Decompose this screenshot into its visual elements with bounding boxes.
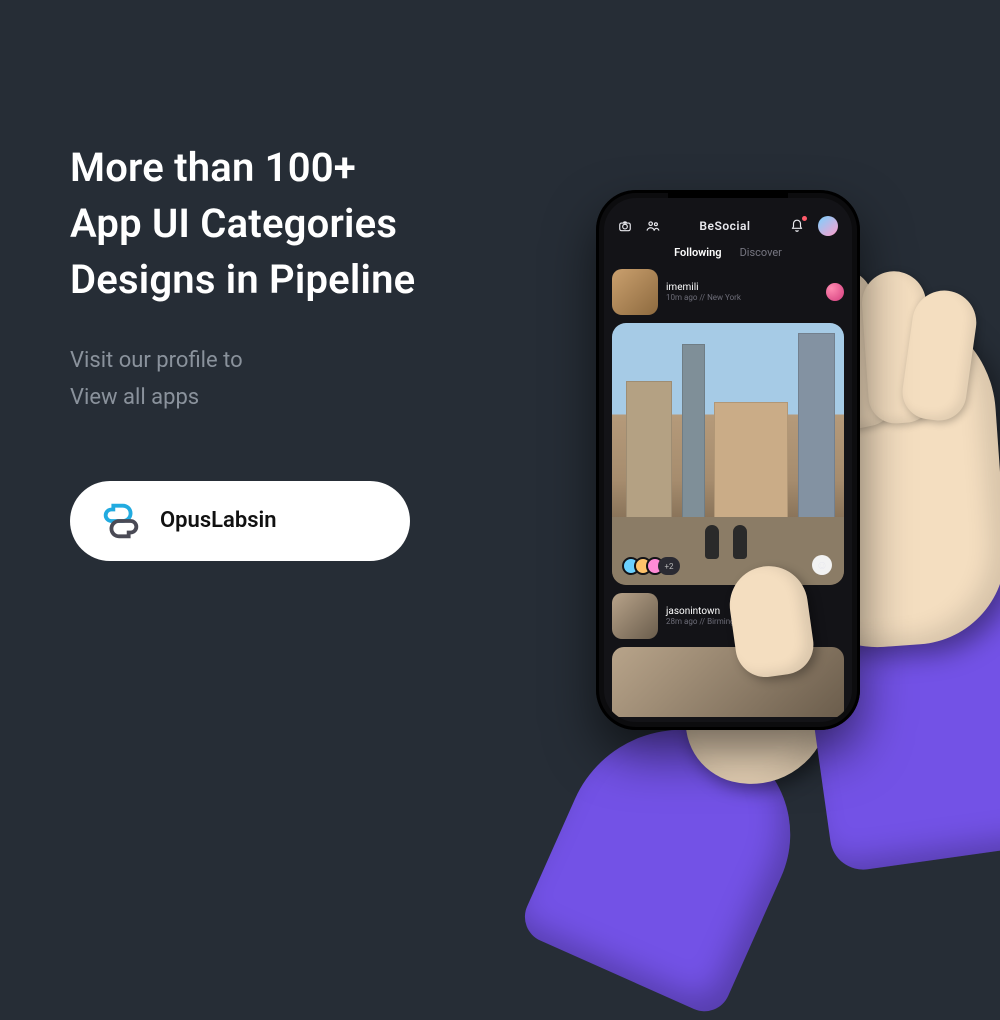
subheadline-line-2: View all apps: [70, 379, 510, 416]
brand-pill-button[interactable]: OpusLabsin: [70, 481, 410, 561]
phone-hand-mockup: BeSocial Following Discover imemili: [430, 116, 1000, 816]
react-button[interactable]: ☺: [812, 555, 832, 575]
headline-line-2: App UI Categories: [70, 196, 510, 252]
notifications-icon[interactable]: [790, 219, 804, 233]
profile-avatar[interactable]: [818, 216, 838, 236]
app-bar: BeSocial: [604, 198, 852, 242]
friends-icon[interactable]: [646, 219, 660, 233]
post-media[interactable]: +2 ☺: [612, 323, 844, 585]
feed-tabs: Following Discover: [604, 242, 852, 269]
post-username[interactable]: imemili: [666, 282, 741, 293]
media-building: [682, 344, 705, 533]
feed-post[interactable]: imemili 10m ago // New York: [612, 269, 844, 585]
subheadline: Visit our profile to View all apps: [70, 342, 510, 417]
camera-icon[interactable]: [618, 219, 632, 233]
post-time-location: 10m ago // New York: [666, 293, 741, 302]
brand-name: OpusLabsin: [160, 508, 277, 533]
post-thumbnail[interactable]: [612, 269, 658, 315]
brand-logo-icon: [98, 498, 144, 544]
tab-following[interactable]: Following: [674, 246, 721, 259]
media-person: [733, 525, 747, 559]
headline: More than 100+ App UI Categories Designs…: [70, 140, 510, 308]
phone-frame: BeSocial Following Discover imemili: [596, 190, 860, 730]
media-person: [705, 525, 719, 559]
tab-discover[interactable]: Discover: [740, 246, 782, 259]
post-reaction-avatar[interactable]: [826, 283, 844, 301]
media-building: [798, 333, 835, 543]
app-title: BeSocial: [674, 219, 776, 233]
headline-line-3: Designs in Pipeline: [70, 252, 510, 308]
media-building: [626, 381, 672, 538]
phone-screen: BeSocial Following Discover imemili: [604, 198, 852, 722]
reaction-chips[interactable]: +2: [622, 557, 680, 575]
post-thumbnail[interactable]: [612, 593, 658, 639]
smile-icon: ☺: [816, 558, 828, 572]
post-header: imemili 10m ago // New York: [612, 269, 844, 315]
subheadline-line-1: Visit our profile to: [70, 342, 510, 379]
headline-line-1: More than 100+: [70, 140, 510, 196]
post-meta: imemili 10m ago // New York: [666, 282, 741, 302]
promo-text-block: More than 100+ App UI Categories Designs…: [70, 140, 510, 561]
reaction-count-badge: +2: [658, 557, 680, 575]
